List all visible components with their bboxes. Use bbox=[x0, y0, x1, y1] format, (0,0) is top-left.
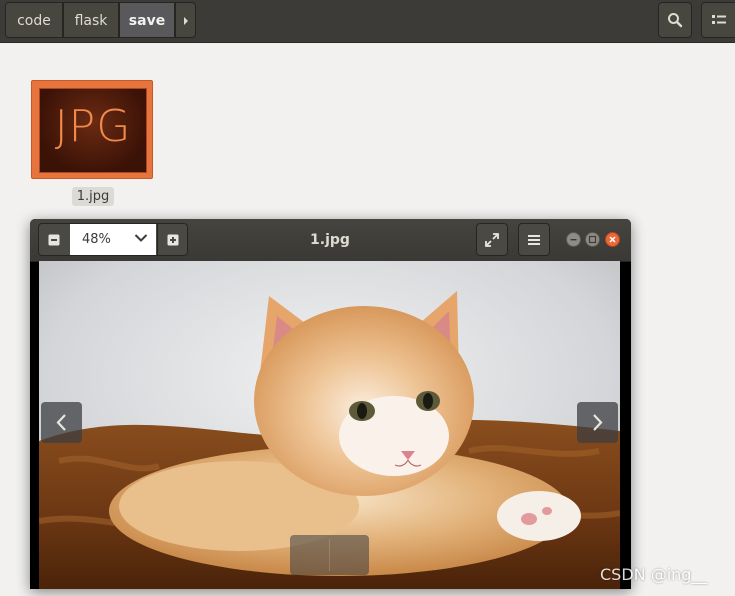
jpg-icon-label: JPG bbox=[54, 101, 132, 152]
rotate-left-button[interactable] bbox=[290, 535, 329, 575]
zoom-level-value: 48% bbox=[82, 232, 111, 247]
minimize-icon bbox=[570, 239, 577, 241]
menu-button[interactable] bbox=[518, 223, 550, 256]
close-icon bbox=[609, 236, 616, 243]
breadcrumb-flask[interactable]: flask bbox=[63, 2, 119, 38]
next-image-button[interactable] bbox=[577, 402, 618, 443]
breadcrumb-save[interactable]: save bbox=[119, 2, 175, 38]
maximize-icon bbox=[588, 235, 597, 244]
kitten-photo bbox=[39, 261, 620, 589]
zoom-level-select[interactable]: 48% bbox=[70, 224, 156, 255]
list-view-icon bbox=[712, 15, 726, 24]
close-button[interactable] bbox=[605, 232, 620, 247]
hamburger-menu-icon bbox=[528, 235, 540, 245]
path-bar: code flask save bbox=[0, 0, 735, 43]
viewer-titlebar[interactable]: 48% 1.jpg bbox=[30, 219, 631, 262]
file-name-label[interactable]: 1.jpg bbox=[72, 187, 114, 206]
search-button[interactable] bbox=[658, 2, 692, 38]
rotate-controls bbox=[290, 535, 369, 575]
search-icon bbox=[668, 13, 683, 28]
chevron-down-icon bbox=[134, 234, 148, 242]
breadcrumb-code[interactable]: code bbox=[5, 2, 63, 38]
watermark-text: CSDN @ing__ bbox=[600, 565, 708, 584]
fullscreen-button[interactable] bbox=[476, 223, 508, 256]
zoom-in-button[interactable] bbox=[157, 224, 188, 255]
zoom-control: 48% bbox=[38, 223, 188, 256]
minimize-button[interactable] bbox=[566, 232, 581, 247]
zoom-out-button[interactable] bbox=[39, 224, 69, 255]
window-title: 1.jpg bbox=[310, 232, 350, 248]
plus-icon bbox=[167, 234, 179, 246]
breadcrumb-forward-button[interactable] bbox=[175, 2, 196, 38]
image-viewer-window: 48% 1.jpg bbox=[30, 219, 631, 589]
chevron-right-icon bbox=[593, 414, 603, 431]
chevron-right-icon bbox=[183, 17, 188, 25]
view-options-button[interactable] bbox=[701, 2, 735, 38]
fullscreen-icon bbox=[485, 233, 499, 247]
jpg-icon-face: JPG bbox=[39, 88, 147, 173]
minus-icon bbox=[48, 234, 60, 246]
jpg-file-icon[interactable]: JPG bbox=[31, 80, 153, 179]
previous-image-button[interactable] bbox=[41, 402, 82, 443]
rotate-right-button[interactable] bbox=[330, 535, 369, 575]
chevron-left-icon bbox=[56, 414, 66, 431]
maximize-button[interactable] bbox=[585, 232, 600, 247]
